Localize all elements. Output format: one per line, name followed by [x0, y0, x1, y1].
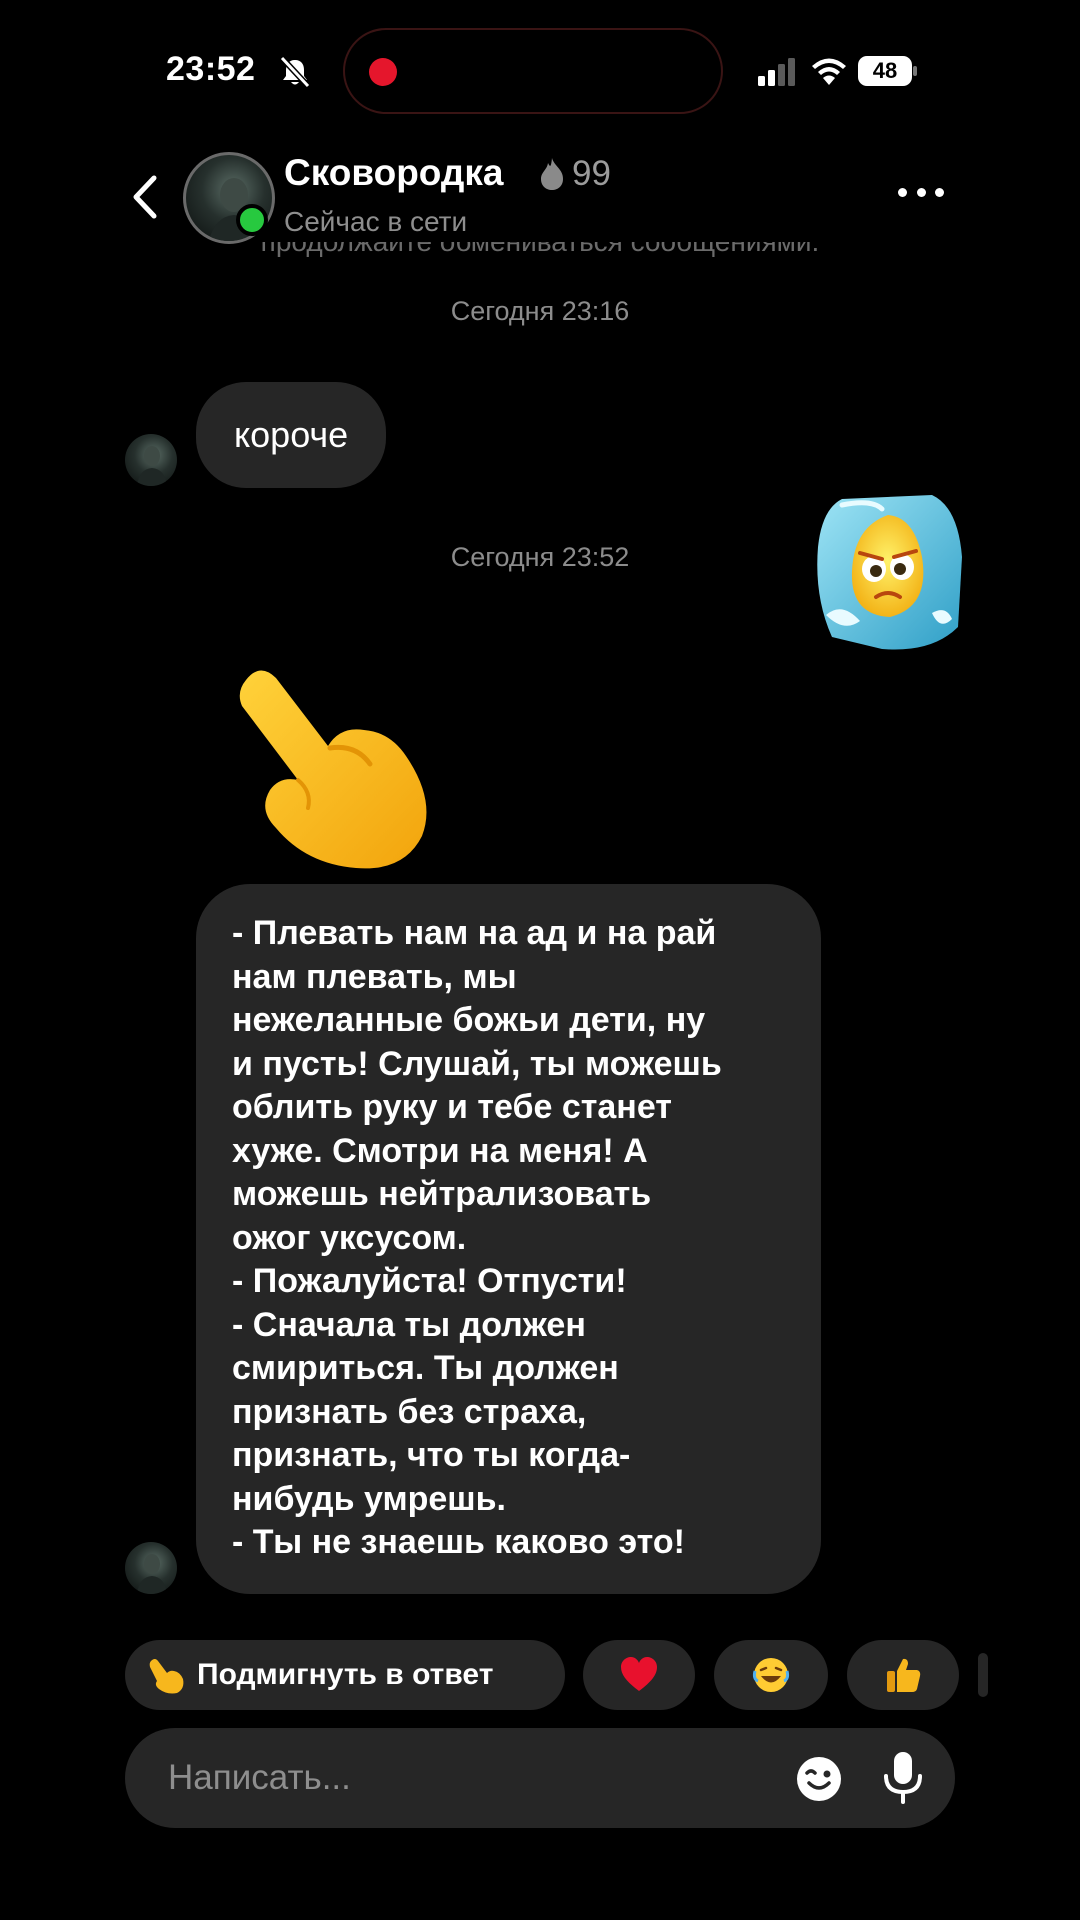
- message-bubble-incoming[interactable]: короче: [196, 382, 387, 488]
- recording-indicator: [369, 58, 397, 86]
- heart-icon: [621, 1657, 657, 1691]
- clipped-system-message: продолжайте обмениваться сообщениями.: [0, 242, 1080, 266]
- message-line: - Ты не знаешь каково это!: [232, 1523, 685, 1561]
- emoji-icon[interactable]: [795, 1755, 843, 1803]
- sender-avatar[interactable]: [125, 1542, 177, 1594]
- chevron-left-icon[interactable]: [126, 172, 162, 222]
- message-line: облить руку и тебе станет: [232, 1088, 672, 1126]
- streak-count: 99: [572, 154, 611, 193]
- ellipsis-icon: [935, 187, 944, 197]
- contact-name[interactable]: Сковородка: [284, 152, 504, 194]
- message-line: - Сначала ты должен: [232, 1305, 586, 1344]
- message-bubble-incoming[interactable]: - Плевать нам на ад и на рай нам плевать…: [196, 884, 821, 1594]
- avatar-photo: [137, 1554, 167, 1594]
- streak-badge: 99: [538, 154, 611, 194]
- battery-tip: [913, 66, 917, 76]
- message-line: нежеланные божьи дети, ну: [232, 1001, 706, 1039]
- reaction-laughing-button[interactable]: [714, 1640, 828, 1710]
- more-options-button[interactable]: [898, 184, 944, 200]
- message-input[interactable]: [166, 1752, 770, 1804]
- message-line: нам плевать, мы: [232, 957, 517, 996]
- message-line: - Плевать нам на ад и на рай: [232, 914, 717, 952]
- wink-back-button[interactable]: Подмигнуть в ответ: [125, 1640, 565, 1710]
- bell-slash-icon: [279, 56, 311, 88]
- message-line: - Пожалуйста! Отпусти!: [232, 1262, 627, 1300]
- avatar-photo: [137, 446, 167, 486]
- sender-avatar[interactable]: [125, 434, 177, 486]
- pointing-hand-icon: [149, 1659, 184, 1694]
- wifi-icon: [812, 58, 846, 85]
- battery-indicator: 48: [858, 56, 912, 86]
- ellipsis-icon: [916, 187, 926, 197]
- online-indicator: [236, 204, 268, 236]
- laughing-face-icon: [752, 1658, 790, 1692]
- message-line: нибудь умрешь.: [232, 1479, 506, 1518]
- dynamic-island: [343, 28, 723, 114]
- reaction-heart-button[interactable]: [583, 1640, 695, 1710]
- sticker-frozen-face[interactable]: [812, 487, 964, 655]
- message-line: ожог уксусом.: [232, 1218, 467, 1257]
- fire-icon: [541, 158, 563, 190]
- cellular-signal-icon: [758, 58, 795, 86]
- message-line: хуже. Смотри на меня! А: [232, 1131, 648, 1170]
- message-line: признать без страха,: [232, 1392, 587, 1431]
- message-text: короче: [234, 414, 349, 455]
- clipped-system-text: продолжайте обмениваться сообщениями.: [261, 242, 820, 257]
- message-line: и пусть! Слушай, ты можешь: [232, 1044, 722, 1083]
- pointing-hand-emoji[interactable]: [236, 660, 438, 870]
- reaction-overflow-chip[interactable]: [978, 1653, 988, 1697]
- online-status: Сейчас в сети: [284, 206, 468, 237]
- reaction-thumbs-up-button[interactable]: [847, 1640, 959, 1710]
- microphone-icon[interactable]: [880, 1750, 926, 1806]
- message-line: признать, что ты когда-: [232, 1436, 631, 1474]
- status-time: 23:52: [166, 50, 256, 88]
- message-line: можешь нейтрализовать: [232, 1175, 652, 1213]
- message-timestamp: Сегодня 23:16: [450, 296, 630, 326]
- wink-back-label: Подмигнуть в ответ: [197, 1658, 494, 1691]
- ellipsis-icon: [898, 187, 907, 197]
- message-line: смириться. Ты должен: [232, 1349, 619, 1387]
- thumbs-up-icon: [887, 1658, 921, 1692]
